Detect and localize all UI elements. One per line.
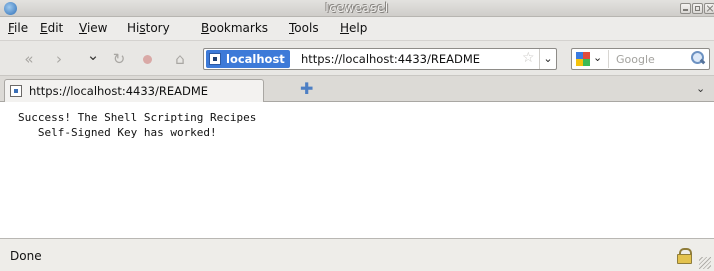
list-all-tabs-icon[interactable]: ⌄: [696, 82, 705, 95]
maximize-icon[interactable]: [692, 3, 703, 14]
search-bar[interactable]: ⌄: [571, 48, 710, 70]
forward-icon[interactable]: ›: [49, 49, 69, 69]
page-content: Success! The Shell Scripting Recipes Sel…: [0, 102, 714, 238]
site-identity-icon: [209, 53, 221, 65]
menu-file[interactable]: File: [8, 21, 28, 35]
home-icon[interactable]: ⌂: [170, 49, 190, 69]
resize-grip-icon[interactable]: [699, 257, 711, 269]
search-icon[interactable]: [691, 51, 705, 65]
status-bar: Done: [0, 238, 714, 271]
tab-label: https://localhost:4433/README: [29, 84, 209, 98]
title-bar: Iceweasel: [0, 0, 714, 17]
history-dropdown-icon[interactable]: ⌄: [83, 45, 103, 65]
search-engine-dropdown-icon: ⌄: [593, 51, 603, 64]
menu-bar: File Edit View History Bookmarks Tools H…: [0, 17, 714, 40]
back-icon[interactable]: «: [19, 49, 39, 69]
navigation-toolbar: « › ⌄ ↻ ⌂ localhost https://localhost:44…: [0, 40, 714, 76]
window-title: Iceweasel: [325, 1, 389, 15]
menu-history[interactable]: History: [127, 21, 170, 35]
google-icon: [576, 52, 590, 66]
menu-help[interactable]: Help: [340, 21, 367, 35]
menu-bookmarks[interactable]: Bookmarks: [201, 21, 268, 35]
menu-tools[interactable]: Tools: [289, 21, 319, 35]
url-bar[interactable]: localhost https://localhost:4433/README …: [203, 48, 557, 70]
page-favicon-icon: [10, 85, 22, 97]
bookmark-star-icon[interactable]: ☆: [522, 50, 535, 66]
site-identity-label: localhost: [226, 52, 285, 66]
site-identity-button[interactable]: localhost: [206, 50, 290, 68]
close-icon[interactable]: [704, 3, 714, 14]
new-tab-icon[interactable]: ✚: [300, 79, 313, 98]
menu-view[interactable]: View: [79, 21, 107, 35]
tab-bar: https://localhost:4433/README ✚ ⌄: [0, 76, 714, 102]
status-text: Done: [10, 249, 42, 263]
reload-icon[interactable]: ↻: [109, 49, 129, 69]
search-engine-button[interactable]: ⌄: [573, 50, 609, 68]
search-input[interactable]: [616, 50, 686, 68]
minimize-icon[interactable]: [680, 3, 691, 14]
url-history-dropdown-icon[interactable]: ⌄: [539, 49, 556, 69]
tab-readme[interactable]: https://localhost:4433/README: [4, 79, 264, 102]
menu-edit[interactable]: Edit: [40, 21, 63, 35]
stop-icon[interactable]: [143, 55, 152, 64]
readme-text: Success! The Shell Scripting Recipes Sel…: [18, 111, 257, 139]
url-text[interactable]: https://localhost:4433/README: [301, 52, 480, 66]
lock-icon[interactable]: [677, 248, 692, 264]
